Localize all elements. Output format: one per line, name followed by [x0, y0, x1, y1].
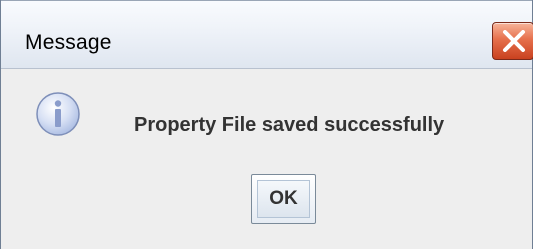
dialog-body: Property File saved successfully OK [1, 69, 532, 249]
title-bar[interactable]: Message [1, 0, 533, 69]
message-dialog: Message Property File saved successfully… [0, 0, 533, 249]
close-icon [503, 30, 525, 52]
ok-button[interactable]: OK [251, 174, 316, 224]
message-text: Property File saved successfully [134, 114, 445, 136]
window-title: Message [25, 31, 112, 54]
close-button[interactable] [492, 22, 533, 60]
info-icon [36, 92, 80, 136]
ok-button-label: OK [257, 180, 310, 218]
